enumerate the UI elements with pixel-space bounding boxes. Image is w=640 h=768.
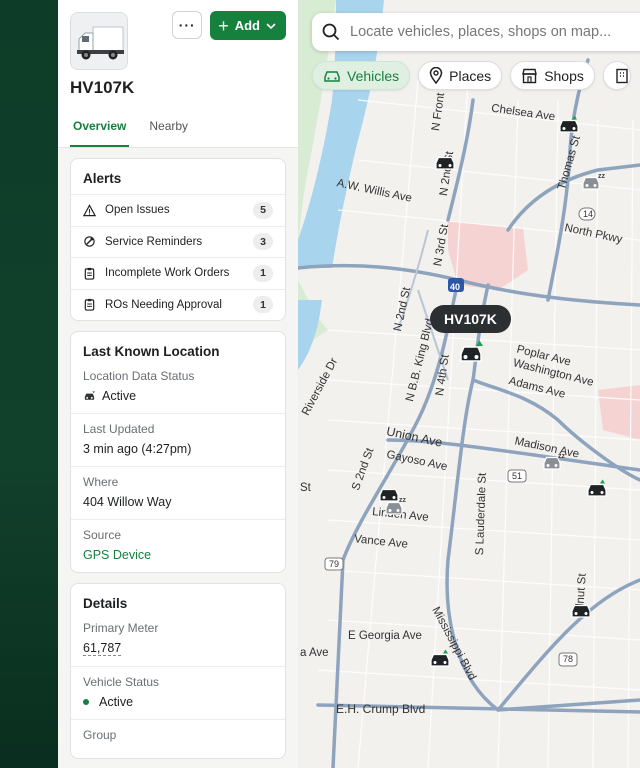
svg-text:zz: zz (399, 497, 407, 504)
field-label: Source (83, 528, 122, 542)
route-shield-label: 78 (563, 654, 574, 664)
where-field: Where 404 Willow Way (71, 466, 285, 519)
search-icon (322, 23, 340, 41)
location-card: Last Known Location Location Data Status… (70, 331, 286, 573)
details-card: Details Primary Meter 61,787 Vehicle Sta… (70, 583, 286, 759)
field-label: Location Data Status (83, 369, 195, 383)
primary-meter-value[interactable]: 61,787 (83, 641, 122, 656)
chevron-down-icon (266, 22, 276, 29)
idle-vehicle-marker[interactable]: zz (581, 170, 607, 196)
search-placeholder: Locate vehicles, places, shops on map... (350, 24, 612, 40)
where-value: 404 Willow Way (83, 495, 172, 509)
shop-icon (522, 68, 538, 83)
field-value: Active (83, 389, 273, 403)
route-shield-label: 14 (583, 209, 594, 219)
status-dot (83, 699, 89, 705)
alert-count-badge: 1 (253, 296, 273, 314)
alert-label: Incomplete Work Orders (105, 267, 230, 280)
street-label: E.H. Crump Blvd (336, 702, 426, 716)
more-actions-button[interactable]: ··· (172, 11, 203, 39)
route-shield-label: 79 (329, 559, 340, 569)
field-value: Active (83, 695, 273, 709)
svg-text:zz: zz (598, 173, 606, 180)
vehicle-header: ··· + Add HV107K Overview Nearby (58, 0, 298, 148)
idle-vehicle-marker[interactable]: zz (542, 452, 566, 472)
alert-incomplete-work-orders[interactable]: Incomplete Work Orders 1 (71, 257, 285, 289)
gps-car-icon (84, 391, 96, 400)
vehicle-panel: ··· + Add HV107K Overview Nearby Alerts … (58, 0, 298, 768)
idle-vehicle-marker[interactable]: zz (384, 496, 408, 518)
location-status-field: Location Data Status Active (71, 367, 285, 413)
chip-shops[interactable]: Shops (510, 61, 595, 90)
tab-overview[interactable]: Overview (70, 119, 130, 147)
primary-meter-field: Primary Meter 61,787 (71, 619, 285, 666)
alert-label: ROs Needing Approval (105, 298, 222, 311)
source-field: Source GPS Device (71, 519, 285, 572)
vehicle-marker[interactable] (586, 478, 608, 500)
alert-label: Service Reminders (105, 235, 203, 248)
location-title: Last Known Location (83, 344, 220, 359)
source-link[interactable]: GPS Device (83, 548, 273, 562)
vehicle-status-field: Vehicle Status Active (71, 666, 285, 719)
field-label: Where (83, 475, 119, 489)
chip-label: Shops (544, 67, 584, 84)
app-sidebar-strip (0, 0, 58, 768)
alert-count-badge: 5 (253, 201, 273, 219)
vehicle-name: HV107K (70, 78, 135, 97)
location-status-value: Active (102, 389, 137, 403)
chip-label: Places (449, 67, 492, 84)
street-label: a Ave (300, 647, 329, 659)
alert-service-reminders[interactable]: Service Reminders 3 (71, 225, 285, 258)
vehicle-marker[interactable] (570, 602, 592, 620)
map-view[interactable]: 40 14 51 79 78 Chelsea Ave A.W. Willis A… (298, 0, 640, 768)
field-label: Last Updated (83, 422, 155, 436)
plus-icon: + (218, 15, 229, 36)
location-pin-icon (429, 67, 443, 84)
field-label: Primary Meter (83, 621, 159, 635)
alert-ros-needing-approval[interactable]: ROs Needing Approval 1 (71, 288, 285, 321)
chip-label: Vehicles (347, 67, 400, 84)
svg-text:zz: zz (558, 453, 566, 460)
selected-vehicle-marker[interactable] (458, 340, 486, 366)
alert-open-issues[interactable]: Open Issues 5 (71, 194, 285, 226)
street-label: St (300, 482, 311, 494)
last-updated-field: Last Updated 3 min ago (4:27pm) (71, 413, 285, 466)
last-updated-value: 3 min ago (4:27pm) (83, 442, 192, 456)
alert-count-badge: 1 (253, 264, 273, 282)
clipboard-icon (83, 298, 101, 311)
car-icon (324, 70, 340, 82)
interstate-shield-label: 40 (450, 282, 461, 292)
map-filter-chips: Vehicles Places Shops (312, 61, 631, 90)
clipboard-icon (83, 267, 101, 280)
alert-label: Open Issues (105, 204, 170, 217)
alerts-card: Alerts Open Issues 5 Service Reminders 3… (70, 158, 286, 321)
selected-vehicle-callout[interactable]: HV107K (430, 305, 511, 333)
details-title: Details (83, 596, 128, 611)
route-shield-label: 51 (512, 471, 523, 481)
add-button[interactable]: + Add (210, 11, 286, 40)
group-field: Group (71, 719, 285, 758)
warning-icon (83, 203, 101, 217)
vehicle-marker[interactable] (434, 154, 456, 172)
vehicle-photo (70, 12, 128, 70)
vehicle-status-value: Active (99, 695, 134, 709)
alerts-title: Alerts (83, 171, 122, 186)
vehicle-marker[interactable] (558, 115, 580, 135)
panel-tabs: Overview Nearby (70, 119, 188, 147)
alert-count-badge: 3 (253, 233, 273, 251)
map-search-input[interactable]: Locate vehicles, places, shops on map... (312, 13, 640, 51)
chip-more[interactable] (602, 61, 631, 90)
chip-places[interactable]: Places (418, 61, 503, 90)
service-icon (83, 235, 101, 248)
street-label: E Georgia Ave (348, 630, 422, 642)
field-label: Group (83, 728, 117, 742)
chip-vehicles[interactable]: Vehicles (312, 61, 411, 90)
vehicle-marker[interactable] (429, 648, 451, 670)
add-button-label: Add (234, 18, 260, 33)
building-icon (616, 68, 628, 83)
field-label: Vehicle Status (83, 675, 160, 689)
tab-nearby[interactable]: Nearby (149, 119, 188, 147)
field-value[interactable]: 61,787 (83, 641, 273, 656)
